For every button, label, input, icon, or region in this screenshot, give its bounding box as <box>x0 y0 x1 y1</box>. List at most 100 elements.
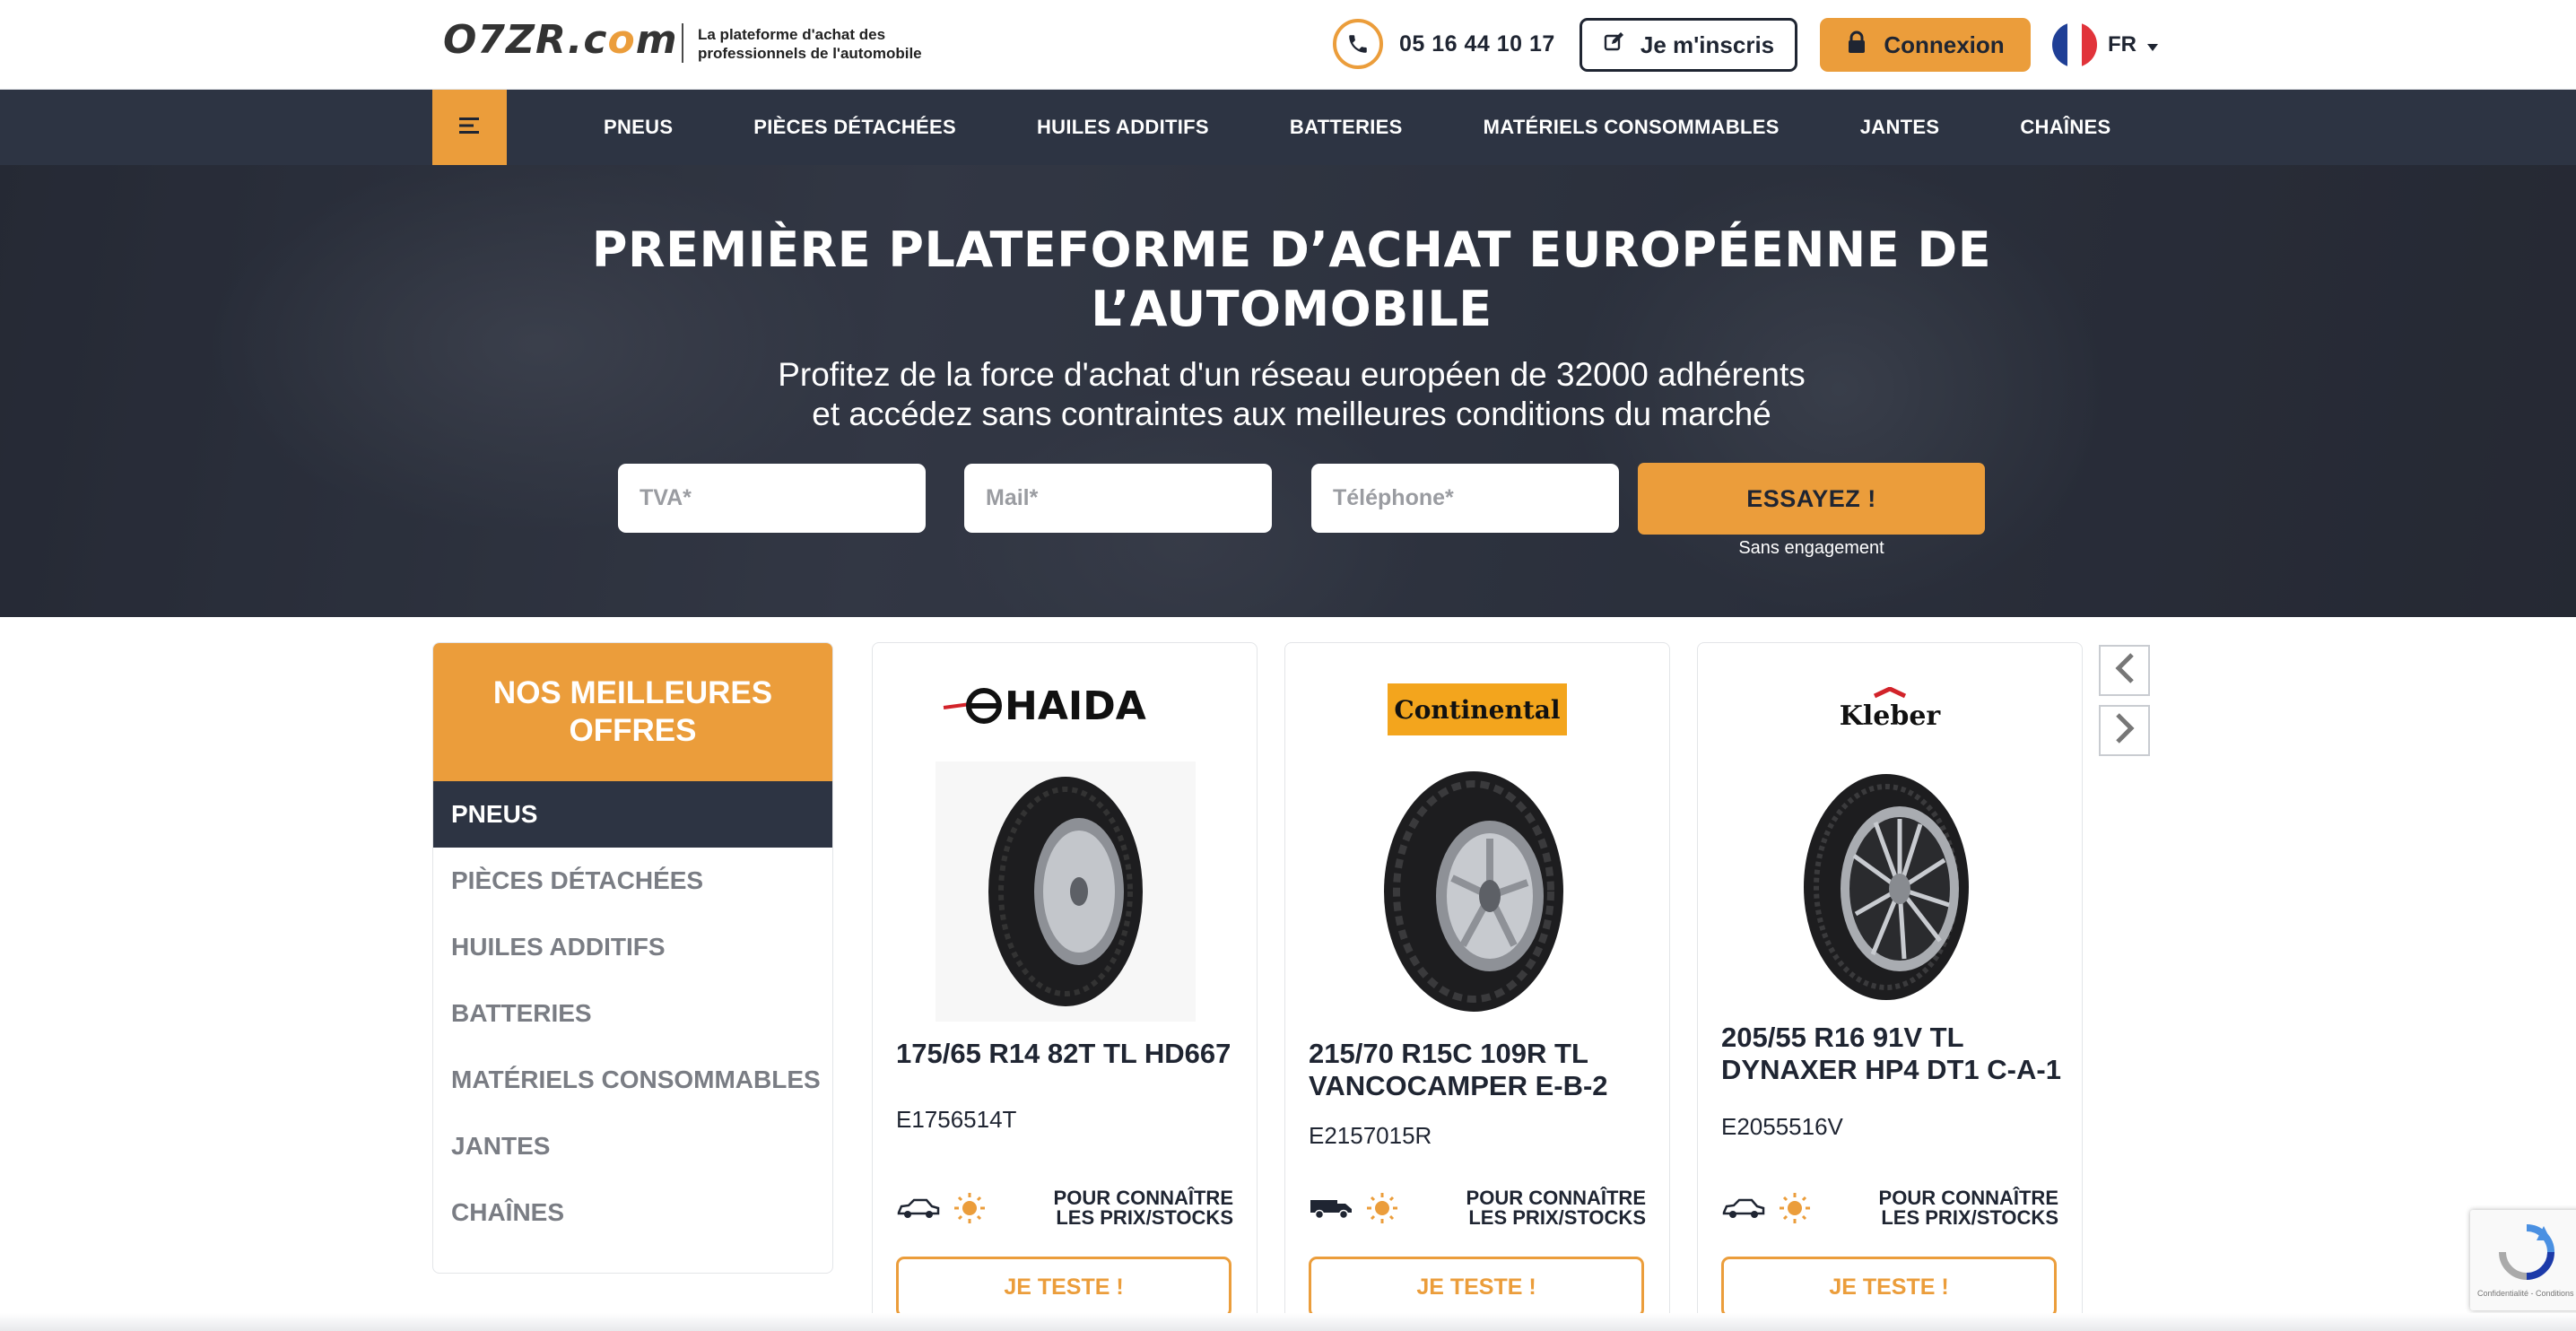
menu-button[interactable] <box>432 90 507 165</box>
register-button[interactable]: Je m'inscris <box>1580 18 1797 72</box>
price-note-line2: LES PRIX/STOCKS <box>1468 1206 1646 1229</box>
language-code: FR <box>2108 32 2137 57</box>
brand-name-text: HAIDA <box>1005 683 1146 729</box>
product-card[interactable]: Kleber 205/55 R16 91V TL DYNAXER HP4 DT1… <box>1697 642 2083 1331</box>
brand-logo-haida: HAIDA <box>873 679 1257 733</box>
tyre-image <box>1752 761 2030 1022</box>
nav-item-batteries[interactable]: BATTERIES <box>1290 116 1403 139</box>
price-stock-note: POUR CONNAÎTRE LES PRIX/STOCKS <box>1466 1188 1646 1228</box>
tva-input[interactable] <box>618 464 926 533</box>
product-name-line1: 205/55 R16 91V TL <box>1721 1022 1964 1053</box>
price-note-line1: POUR CONNAÎTRE <box>1878 1187 2058 1209</box>
best-offers-title: NOS MEILLEURES OFFRES <box>433 643 832 781</box>
offers-category-materiels-consommables[interactable]: MATÉRIELS CONSOMMABLES <box>433 1047 832 1113</box>
phone-contact[interactable]: 05 16 44 10 17 <box>1333 18 1555 70</box>
offers-category-huiles-additifs[interactable]: HUILES ADDITIFS <box>433 914 832 980</box>
lock-icon <box>1846 30 1867 60</box>
hero-title: PREMIÈRE PLATEFORME D’ACHAT EUROPÉENNE D… <box>502 221 2081 339</box>
product-name[interactable]: 205/55 R16 91V TL DYNAXER HP4 DT1 C-A-1 <box>1721 1022 2064 1086</box>
car-icon <box>1721 1197 1766 1223</box>
offers-category-chaines[interactable]: CHAÎNES <box>433 1179 832 1246</box>
tagline: La plateforme d'achat des professionnels… <box>698 25 967 63</box>
top-header: O7ZR.com La plateforme d'achat des profe… <box>0 0 2576 90</box>
site-logo[interactable]: O7ZR.com <box>443 17 677 63</box>
brand-logo-kleber: Kleber <box>1698 683 2082 736</box>
nav-item-huiles-additifs[interactable]: HUILES ADDITIFS <box>1037 116 1209 139</box>
tagline-line1: La plateforme d'achat des <box>698 26 886 43</box>
sun-icon <box>1779 1192 1811 1229</box>
price-note-line2: LES PRIX/STOCKS <box>1881 1206 2058 1229</box>
hero-subtitle-line2: et accédez sans contraintes aux meilleur… <box>812 396 1771 432</box>
nav-item-pneus[interactable]: PNEUS <box>604 116 673 139</box>
product-name-line1: 215/70 R15C 109R TL <box>1309 1038 1588 1069</box>
carousel-prev-button[interactable] <box>2099 645 2150 696</box>
recaptcha-icon <box>2497 1222 2556 1286</box>
main-nav: PNEUS PIÈCES DÉTACHÉES HUILES ADDITIFS B… <box>0 90 2576 165</box>
product-reference: E2055516V <box>1721 1113 1843 1140</box>
product-icons <box>1721 1192 1811 1229</box>
product-name-line2: DYNAXER HP4 DT1 C-A-1 <box>1721 1054 2061 1085</box>
tyre-image <box>927 761 1205 1022</box>
login-button[interactable]: Connexion <box>1820 18 2031 72</box>
mail-input[interactable] <box>964 464 1272 533</box>
chevron-left-icon <box>2112 652 2137 689</box>
hero-title-line1: PREMIÈRE PLATEFORME D’ACHAT EUROPÉENNE D… <box>591 222 1992 278</box>
product-icons <box>1309 1192 1398 1229</box>
recaptcha-badge[interactable]: Confidentialité - Conditions <box>2470 1210 2576 1310</box>
product-reference: E2157015R <box>1309 1122 1432 1149</box>
hero-subtitle-line1: Profitez de la force d'achat d'un réseau… <box>778 356 1806 393</box>
product-name[interactable]: 175/65 R14 82T TL HD667 <box>896 1038 1239 1070</box>
nav-item-materiels-consommables[interactable]: MATÉRIELS CONSOMMABLES <box>1484 116 1780 139</box>
no-commitment-note: Sans engagement <box>1738 538 1884 558</box>
nav-item-pieces-detachees[interactable]: PIÈCES DÉTACHÉES <box>753 116 956 139</box>
phone-number: 05 16 44 10 17 <box>1399 30 1555 57</box>
product-name[interactable]: 215/70 R15C 109R TL VANCOCAMPER E-B-2 <box>1309 1038 1651 1102</box>
try-button[interactable]: ESSAYEZ ! <box>1638 463 1985 535</box>
product-name-line2: VANCOCAMPER E-B-2 <box>1309 1070 1608 1101</box>
tyre-image <box>1339 761 1617 1022</box>
offers-category-jantes[interactable]: JANTES <box>433 1113 832 1179</box>
brand-name-text: Kleber <box>1840 700 1942 732</box>
offers-category-pieces-detachees[interactable]: PIÈCES DÉTACHÉES <box>433 848 832 914</box>
language-selector[interactable]: FR <box>2052 22 2158 68</box>
price-stock-note: POUR CONNAÎTRE LES PRIX/STOCKS <box>1054 1188 1233 1228</box>
price-note-line1: POUR CONNAÎTRE <box>1466 1187 1646 1209</box>
nav-item-jantes[interactable]: JANTES <box>1860 116 1940 139</box>
register-label: Je m'inscris <box>1640 30 1775 58</box>
phone-icon <box>1333 19 1383 69</box>
caret-down-icon <box>2147 32 2158 57</box>
logo-separator <box>682 23 683 63</box>
product-card[interactable]: HAIDA 175/65 R14 82T TL HD667 E1756514T … <box>872 642 1258 1331</box>
nav-item-chaines[interactable]: CHAÎNES <box>2020 116 2110 139</box>
recaptcha-text: Confidentialité - Conditions <box>2477 1289 2574 1298</box>
product-card[interactable]: Continental 215/70 R15C 109R TL VANCOCAM… <box>1284 642 1670 1331</box>
price-stock-note: POUR CONNAÎTRE LES PRIX/STOCKS <box>1879 1188 2058 1228</box>
van-icon <box>1309 1196 1353 1224</box>
test-button[interactable]: JE TESTE ! <box>1721 1257 2057 1318</box>
hamburger-icon <box>457 116 483 140</box>
test-button[interactable]: JE TESTE ! <box>1309 1257 1644 1318</box>
product-icons <box>896 1192 986 1229</box>
brand-name-text: Continental <box>1394 695 1560 725</box>
carousel-next-button[interactable] <box>2099 705 2150 756</box>
bottom-fade <box>0 1313 2576 1331</box>
price-note-line2: LES PRIX/STOCKS <box>1056 1206 1233 1229</box>
hero-banner: PREMIÈRE PLATEFORME D’ACHAT EUROPÉENNE D… <box>0 165 2576 617</box>
offers-category-batteries[interactable]: BATTERIES <box>433 980 832 1047</box>
phone-input[interactable] <box>1311 464 1619 533</box>
best-offers-panel: NOS MEILLEURES OFFRES PNEUS PIÈCES DÉTAC… <box>432 642 833 1274</box>
sun-icon <box>1366 1192 1398 1229</box>
car-icon <box>896 1197 941 1223</box>
edit-icon <box>1603 31 1624 59</box>
brand-logo-continental: Continental <box>1285 683 1669 736</box>
offers-category-pneus[interactable]: PNEUS <box>433 781 832 848</box>
tagline-line2: professionnels de l'automobile <box>698 45 922 62</box>
hero-title-line2: L’AUTOMOBILE <box>1091 281 1493 337</box>
product-reference: E1756514T <box>896 1106 1017 1133</box>
test-button[interactable]: JE TESTE ! <box>896 1257 1231 1318</box>
price-note-line1: POUR CONNAÎTRE <box>1053 1187 1233 1209</box>
chevron-right-icon <box>2112 712 2137 749</box>
product-name-line1: 175/65 R14 82T TL HD667 <box>896 1038 1231 1069</box>
hero-subtitle: Profitez de la force d'achat d'un réseau… <box>502 355 2081 434</box>
logo-text: O7ZR.com <box>443 16 678 63</box>
